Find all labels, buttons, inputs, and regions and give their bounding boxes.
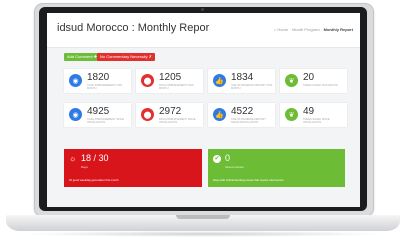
banner-value: 18 / 30 [81, 153, 109, 163]
stat-value: 1834 [231, 72, 254, 83]
banner-subtitle: Severe issues [225, 165, 244, 169]
breadcrumb-month-program[interactable]: Month Program [292, 27, 320, 32]
sun-icon: ☼ [69, 154, 77, 163]
thumbs-up-icon: 👍 [213, 74, 226, 87]
camera-icon: ◉ [69, 108, 82, 121]
banner-footer: Days with critical blocking issues that … [213, 178, 284, 182]
check-icon: ✔ [213, 155, 221, 163]
stat-tile: ⬤ 1205 Pass disbursement this month [136, 69, 203, 93]
camera-icon: ◉ [69, 74, 82, 87]
top-bar: idsud Morocco : Monthly Repor ⌂ Home Mon… [47, 13, 360, 48]
stat-label: Pass disbursement this month [159, 84, 194, 90]
stat-label: Trees saved since installation [303, 118, 330, 124]
add-comment-button[interactable]: Add Comment ✚ [64, 53, 101, 61]
stat-tile: ❦ 49 Trees saved since installation [280, 103, 347, 127]
stat-value: 49 [303, 106, 315, 117]
stat-value: 4522 [231, 106, 254, 117]
banner-value: 0 [225, 153, 231, 163]
stat-label: Cash disbursement this month [87, 84, 123, 90]
stat-tile: ◉ 1820 Cash disbursement this month [64, 69, 131, 93]
no-commentary-button[interactable]: No Commentary Necessity ✗ [97, 53, 156, 61]
stat-tile: ⬤ 2972 Pass disbursement since installat… [136, 103, 203, 127]
map-pin-icon: ⬤ [141, 108, 154, 121]
stat-label: Use of reserve deposit this month [231, 84, 273, 90]
stat-value: 20 [303, 72, 315, 83]
stat-tile: ❦ 20 Trees saved this month [280, 69, 347, 93]
banner-footer: Of good weekday generation this month [69, 178, 119, 182]
stat-label: Trees saved this month [303, 84, 338, 87]
stat-label: Pass disbursement since installation [159, 118, 196, 124]
stat-value: 2972 [159, 106, 182, 117]
map-pin-icon: ⬤ [141, 74, 154, 87]
stat-tile: 👍 1834 Use of reserve deposit this month [208, 69, 275, 93]
breadcrumb-current: Monthly Report [323, 27, 353, 32]
stat-label: Use of reserve deposit since installatio… [231, 118, 266, 124]
webcam [201, 8, 204, 11]
laptop-shadow [20, 231, 386, 237]
stat-value: 1820 [87, 72, 110, 83]
breadcrumb-home[interactable]: ⌂ Home [274, 27, 288, 32]
thumbs-up-icon: 👍 [213, 108, 226, 121]
stat-value: 4925 [87, 106, 110, 117]
banner-subtitle: Days [81, 165, 88, 169]
stat-value: 1205 [159, 72, 182, 83]
leaf-icon: ❦ [285, 108, 298, 121]
dashboard-screen: idsud Morocco : Monthly Repor ⌂ Home Mon… [47, 13, 360, 207]
leaf-icon: ❦ [285, 74, 298, 87]
page-title: idsud Morocco : Monthly Repor [57, 22, 210, 34]
stat-label: Cash disbursement since installation [87, 118, 125, 124]
weekday-generation-banner: ☼ 18 / 30 Days Of good weekday generatio… [64, 149, 202, 187]
severe-issues-banner: ✔ 0 Severe issues Days with critical blo… [208, 149, 345, 187]
stat-tile: ◉ 4925 Cash disbursement since installat… [64, 103, 131, 127]
stat-tile: 👍 4522 Use of reserve deposit since inst… [208, 103, 275, 127]
laptop-notch [176, 215, 230, 219]
breadcrumb: ⌂ Home Month Program Monthly Report [274, 27, 353, 32]
